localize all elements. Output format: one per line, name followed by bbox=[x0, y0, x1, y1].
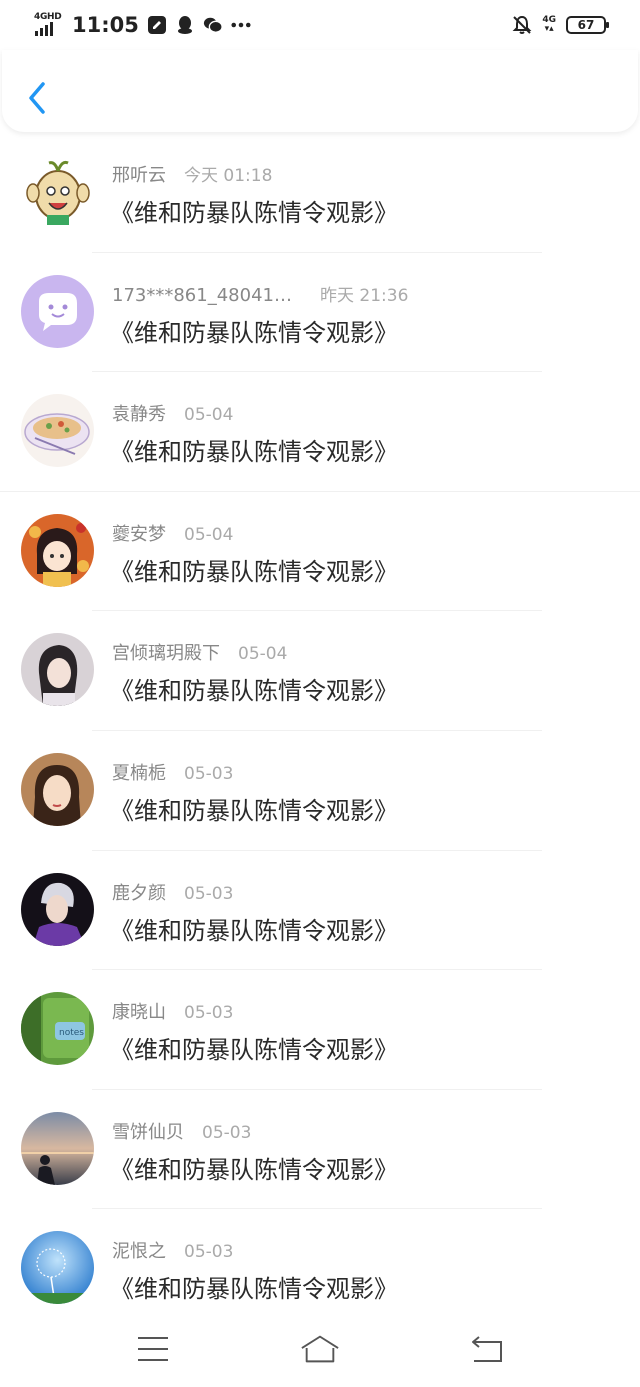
list-item[interactable]: 宫倾璃玥殿下 05-04 《维和防暴队陈情令观影》 bbox=[0, 611, 640, 731]
comment-text: 《维和防暴队陈情令观影》 bbox=[110, 557, 398, 586]
default-chat-avatar[interactable] bbox=[21, 274, 94, 348]
battery-icon: 67 bbox=[566, 16, 609, 34]
comment-text: 《维和防暴队陈情令观影》 bbox=[110, 1036, 398, 1065]
status-bar: 4GHD 11:05 4G ▾▴ 67 bbox=[0, 0, 640, 50]
qq-icon bbox=[175, 15, 195, 35]
comment-date: 05-03 bbox=[184, 1003, 234, 1024]
comment-text: 《维和防暴队陈情令观影》 bbox=[110, 438, 398, 467]
comment-text: 《维和防暴队陈情令观影》 bbox=[110, 1155, 398, 1184]
commenter-name[interactable]: 雪饼仙贝 bbox=[112, 1118, 184, 1144]
comment-text: 《维和防暴队陈情令观影》 bbox=[110, 796, 398, 825]
commenter-name[interactable]: 康晓山 bbox=[112, 998, 166, 1024]
top-header bbox=[2, 50, 638, 132]
comment-date: 昨天 21:36 bbox=[319, 285, 409, 306]
list-item[interactable]: 雪饼仙贝 05-03 《维和防暴队陈情令观影》 bbox=[0, 1090, 640, 1210]
network-type: 4GHD bbox=[34, 12, 62, 22]
cartoon-avatar[interactable] bbox=[21, 155, 94, 228]
portrait-avatar[interactable] bbox=[21, 872, 94, 946]
back-nav-icon bbox=[471, 1335, 502, 1362]
comment-text: 《维和防暴队陈情令观影》 bbox=[110, 916, 398, 945]
portrait-avatar[interactable] bbox=[21, 633, 94, 707]
portrait-avatar[interactable] bbox=[21, 752, 94, 826]
comment-date: 05-03 bbox=[184, 1242, 234, 1263]
list-item[interactable]: notes 康晓山 05-03 《维和防暴队陈情令观影》 bbox=[0, 970, 640, 1090]
dandelion-avatar[interactable] bbox=[21, 1231, 94, 1305]
comment-date: 今天 01:18 bbox=[184, 166, 273, 186]
list-item[interactable]: 夔安梦 05-04 《维和防暴队陈情令观影》 bbox=[0, 492, 640, 612]
home-icon bbox=[301, 1335, 339, 1362]
list-item[interactable]: 鹿夕颜 05-03 《维和防暴队陈情令观影》 bbox=[0, 851, 640, 971]
list-item[interactable]: 邢听云 今天 01:18 《维和防暴队陈情令观影》 bbox=[0, 133, 640, 253]
back-nav-button[interactable] bbox=[467, 1329, 507, 1369]
mute-bell-icon bbox=[512, 15, 532, 35]
commenter-name[interactable]: 宫倾璃玥殿下 bbox=[112, 639, 220, 665]
home-button[interactable] bbox=[300, 1329, 340, 1369]
commenter-name[interactable]: 夔安梦 bbox=[112, 520, 166, 546]
comment-list: 邢听云 今天 01:18 《维和防暴队陈情令观影》 173***861_4804… bbox=[0, 133, 640, 1329]
clock: 11:05 bbox=[72, 13, 139, 37]
svg-text:notes: notes bbox=[59, 1028, 84, 1038]
menu-icon bbox=[138, 1336, 169, 1361]
list-item[interactable]: 173***861_48041… 昨天 21:36 《维和防暴队陈情令观影》 bbox=[0, 253, 640, 373]
wechat-icon bbox=[203, 15, 223, 35]
comment-text: 《维和防暴队陈情令观影》 bbox=[110, 199, 398, 227]
commenter-name[interactable]: 173***861_48041… bbox=[112, 285, 292, 306]
commenter-name[interactable]: 袁静秀 bbox=[112, 400, 166, 426]
cell-signal-icon: 4GHD bbox=[34, 12, 62, 38]
more-icon bbox=[231, 15, 251, 35]
back-button[interactable] bbox=[22, 80, 52, 116]
comment-date: 05-04 bbox=[184, 405, 234, 426]
commenter-name[interactable]: 夏楠栀 bbox=[112, 759, 166, 785]
commenter-name[interactable]: 泥恨之 bbox=[112, 1237, 166, 1263]
commenter-name[interactable]: 鹿夕颜 bbox=[112, 879, 166, 905]
comment-date: 05-03 bbox=[202, 1122, 252, 1143]
chevron-left-icon bbox=[29, 82, 45, 114]
edit-icon bbox=[147, 15, 167, 35]
food-avatar[interactable] bbox=[21, 394, 94, 468]
comment-date: 05-03 bbox=[184, 763, 234, 784]
comment-date: 05-04 bbox=[184, 524, 234, 545]
system-nav-bar bbox=[0, 1310, 640, 1387]
network-4g-icon: 4G ▾▴ bbox=[542, 15, 556, 34]
comment-date: 05-03 bbox=[184, 883, 234, 904]
menu-button[interactable] bbox=[133, 1329, 173, 1369]
sunset-avatar[interactable] bbox=[21, 1111, 94, 1185]
comment-text: 《维和防暴队陈情令观影》 bbox=[110, 677, 398, 706]
comment-text: 《维和防暴队陈情令观影》 bbox=[110, 1275, 398, 1304]
comment-text: 《维和防暴队陈情令观影》 bbox=[110, 318, 398, 347]
comment-date: 05-04 bbox=[238, 644, 288, 665]
anime-avatar[interactable] bbox=[21, 513, 94, 587]
notes-avatar[interactable]: notes bbox=[21, 992, 94, 1066]
list-item[interactable]: 夏楠栀 05-03 《维和防暴队陈情令观影》 bbox=[0, 731, 640, 851]
commenter-name[interactable]: 邢听云 bbox=[112, 161, 166, 187]
list-item[interactable]: 袁静秀 05-04 《维和防暴队陈情令观影》 bbox=[0, 372, 640, 492]
